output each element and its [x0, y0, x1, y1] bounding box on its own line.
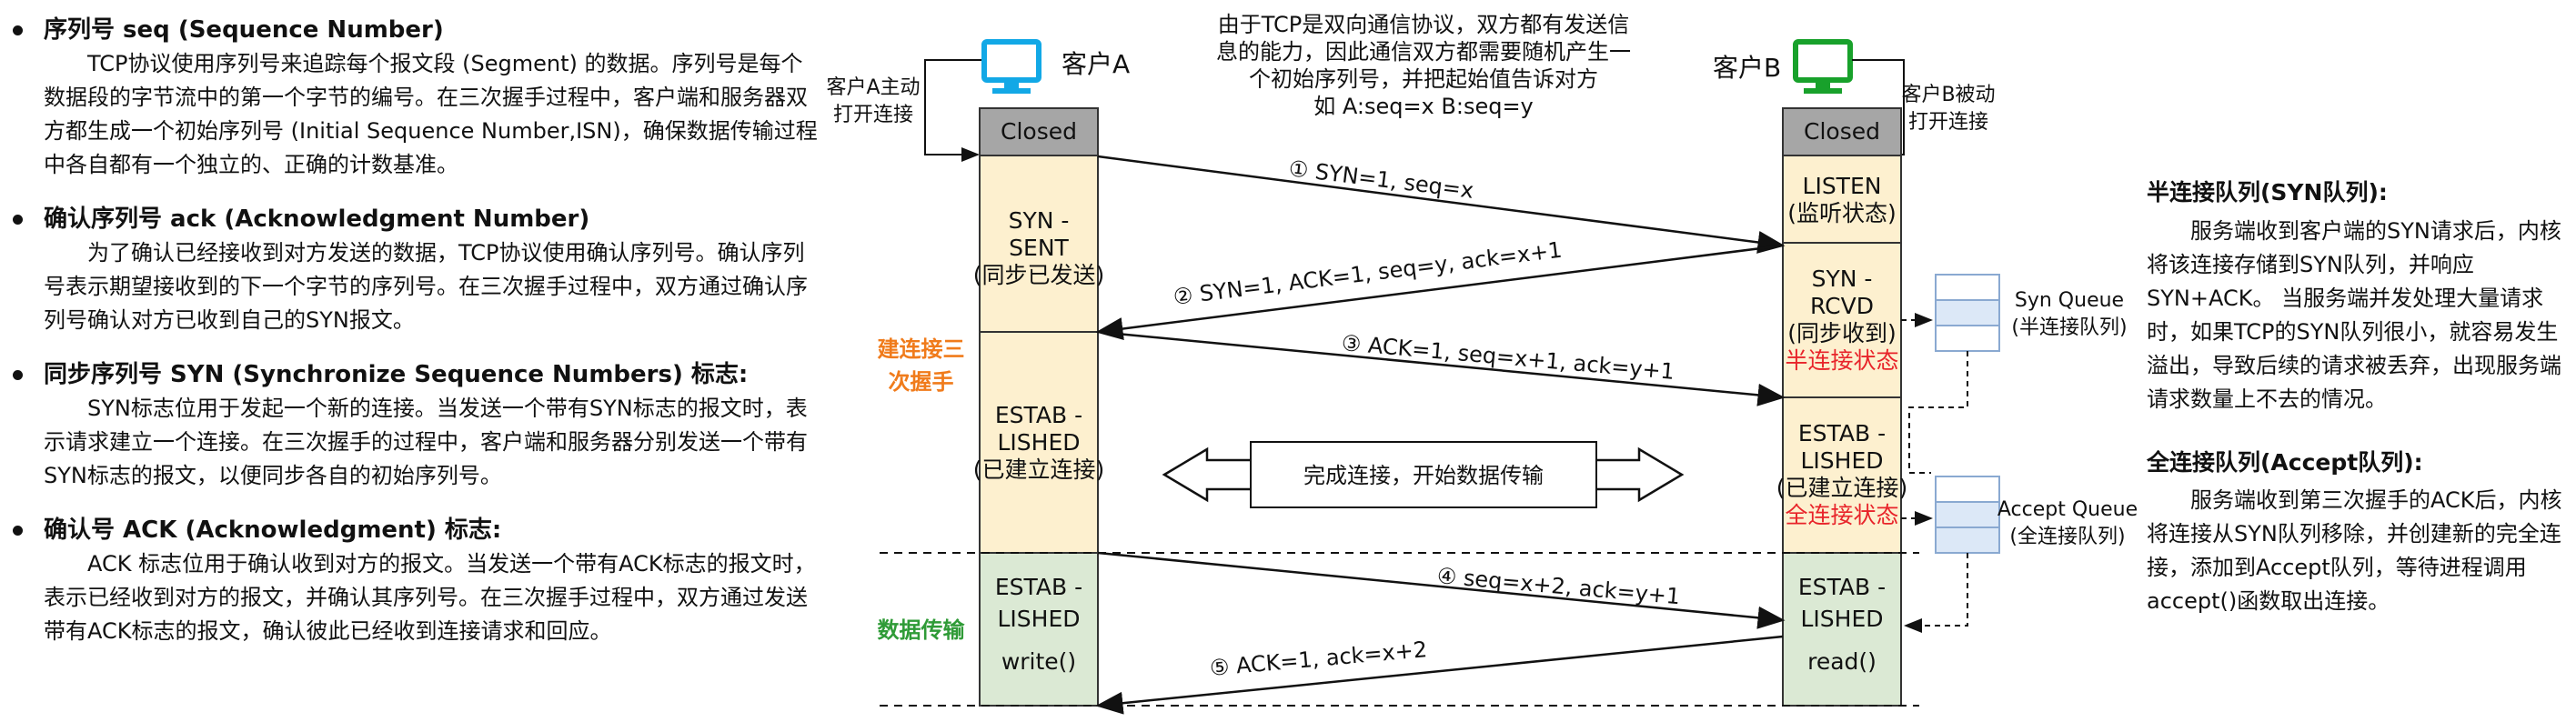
monitor-icon-client-b	[1793, 39, 1853, 94]
client-a-label: 客户A	[1062, 49, 1131, 79]
state-line: LISHED	[1800, 606, 1884, 632]
concept-body: SYN标志位用于发起一个新的连接。当发送一个带有SYN标志的报文时，表示请求建立…	[44, 396, 808, 488]
concept-title: 同步序列号 SYN (Synchronize Sequence Numbers)…	[44, 361, 749, 388]
a-syn-sent-label: SYN - SENT (同步已发送)	[957, 207, 1121, 289]
state-line: (同步收到)	[1787, 320, 1897, 346]
concept-body: ACK 标志位用于确认收到对方的报文。当发送一个带有ACK标志的报文时，表示已经…	[44, 551, 816, 644]
syn-queue-icon	[1935, 274, 2000, 352]
a-established-label: ESTAB - LISHED (已建立连接)	[957, 402, 1121, 484]
state-spacer	[957, 635, 1121, 646]
b-data-label: ESTAB - LISHED read()	[1760, 571, 1924, 677]
open-note-line: 客户B被动	[1901, 84, 1996, 106]
accept-queue-icon	[1935, 476, 2000, 554]
concept-ack-number: 确认序列号 ack (Acknowledgment Number) 为了确认已经…	[0, 202, 819, 337]
queue-line: (全连接队列)	[2009, 526, 2126, 548]
tcp-handshake-diagram: 由于TCP是双向通信协议，双方都有发送信 息的能力，因此通信双方都需要随机产生一…	[823, 0, 2138, 722]
top-note-line: 如 A:seq=x B:seq=y	[1313, 94, 1534, 119]
b-listen-label: LISTEN (监听状态)	[1760, 173, 1924, 227]
state-line: LISHED	[997, 606, 1081, 632]
queue-line: (半连接队列)	[2011, 316, 2128, 339]
state-line: LISTEN	[1802, 173, 1882, 199]
state-line: LISHED	[1800, 447, 1884, 474]
handshake-phase-label: 建连接三 次握手	[869, 333, 973, 398]
concept-list: 序列号 seq (Sequence Number) TCP协议使用序列号来追踪每…	[0, 13, 819, 668]
phase-line: 建连接三	[877, 336, 965, 362]
a-data-label: ESTAB - LISHED write()	[957, 571, 1121, 677]
complete-label: 完成连接，开始数据传输	[1303, 463, 1544, 488]
state-line: (同步已发送)	[972, 262, 1105, 288]
state-line: (监听状态)	[1787, 200, 1897, 226]
state-line: ESTAB -	[1797, 420, 1887, 446]
state-line: SENT	[1009, 235, 1069, 261]
msg-1-arrow	[1097, 155, 1786, 254]
concept-ack-flag: 确认号 ACK (Acknowledgment) 标志: ACK 标志位用于确认…	[0, 513, 819, 648]
bullet	[13, 370, 23, 380]
accept-queue-title: 全连接队列(Accept队列):	[2147, 449, 2423, 476]
top-note-line: 由于TCP是双向通信协议，双方都有发送信	[1217, 12, 1630, 37]
top-note-line: 个初始序列号，并把起始值告诉对方	[1249, 66, 1598, 92]
syn-queue-body: 服务端收到客户端的SYN请求后，内核将该连接存储到SYN队列，并响应SYN+AC…	[2147, 218, 2561, 412]
state-line: SYN -	[1811, 266, 1873, 292]
concept-syn-flag: 同步序列号 SYN (Synchronize Sequence Numbers)…	[0, 357, 819, 493]
state-line: RCVD	[1810, 293, 1874, 319]
top-note: 由于TCP是双向通信协议，双方都有发送信 息的能力，因此通信双方都需要随机产生一…	[1178, 11, 1669, 120]
state-line: SYN -	[1008, 207, 1070, 234]
phase-line: 次握手	[888, 369, 954, 395]
read-call: read()	[1807, 648, 1877, 675]
b-syn-rcvd-label: SYN - RCVD (同步收到) 半连接状态	[1760, 266, 1924, 375]
b-closed-label: Closed	[1804, 118, 1880, 145]
data-phase-label: 数据传输	[877, 617, 965, 643]
concept-title: 序列号 seq (Sequence Number)	[44, 16, 444, 44]
bullet	[13, 215, 23, 225]
accept-queue-body: 服务端收到第三次握手的ACK后，内核将连接从SYN队列移除，并创建新的完全连接，…	[2147, 487, 2562, 614]
client-a-open-note: 客户A主动 打开连接	[823, 75, 923, 129]
concept-title: 确认序列号 ack (Acknowledgment Number)	[44, 206, 590, 233]
accept-queue-label: Accept Queue (全连接队列)	[1997, 496, 2138, 551]
state-line: (已建立连接)	[1776, 475, 1908, 501]
state-spacer	[1760, 635, 1924, 646]
state-line: (已建立连接)	[972, 456, 1105, 483]
concept-body: TCP协议使用序列号来追踪每个报文段 (Segment) 的数据。序列号是每个数…	[44, 51, 818, 177]
top-note-line: 息的能力，因此通信双方都需要随机产生一	[1216, 39, 1631, 65]
concept-title: 确认号 ACK (Acknowledgment) 标志:	[44, 516, 502, 544]
write-call: write()	[1001, 648, 1077, 675]
msg-5-arrow	[1095, 635, 1784, 715]
a-closed-label: Closed	[1001, 118, 1077, 145]
full-connection-note: 全连接状态	[1785, 502, 1899, 528]
state-line: ESTAB -	[1797, 574, 1887, 600]
open-note-line: 客户A主动	[826, 76, 921, 99]
bullet	[13, 25, 23, 35]
open-note-line: 打开连接	[832, 104, 913, 126]
half-connection-note: 半连接状态	[1785, 347, 1899, 374]
bullet	[13, 526, 23, 536]
concept-seq: 序列号 seq (Sequence Number) TCP协议使用序列号来追踪每…	[0, 13, 819, 182]
monitor-icon-client-a	[981, 39, 1041, 94]
syn-queue-label: Syn Queue (半连接队列)	[2001, 287, 2138, 342]
syn-queue-title: 半连接队列(SYN队列):	[2147, 179, 2388, 206]
state-line: ESTAB -	[994, 402, 1083, 428]
client-b-label: 客户B	[1713, 53, 1782, 83]
queue-line: Syn Queue	[2014, 289, 2125, 312]
queue-line: Accept Queue	[1997, 498, 2138, 521]
b-established-label: ESTAB - LISHED (已建立连接) 全连接状态	[1760, 420, 1924, 529]
concept-body: 为了确认已经接收到对方发送的数据，TCP协议使用确认序列号。确认序列号表示期望接…	[44, 240, 808, 333]
state-line: ESTAB -	[994, 574, 1083, 600]
state-line: LISHED	[997, 429, 1081, 456]
